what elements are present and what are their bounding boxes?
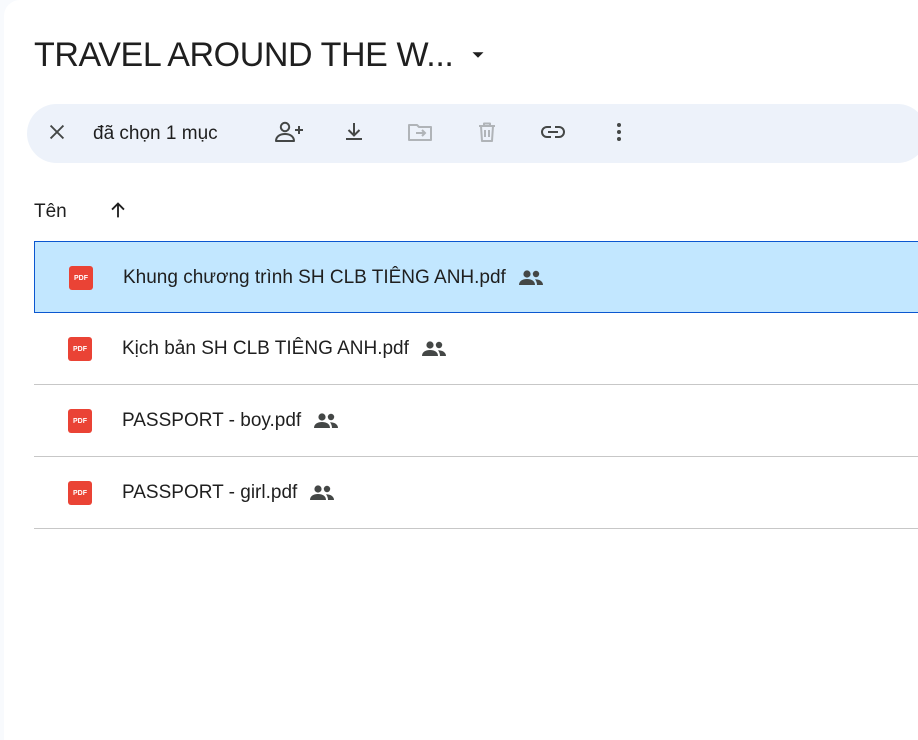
shared-people-icon xyxy=(518,268,544,288)
copy-link-button[interactable] xyxy=(533,114,573,154)
shared-people-icon xyxy=(421,339,447,359)
more-actions-button[interactable] xyxy=(599,114,639,154)
pdf-file-icon: PDF xyxy=(69,266,93,290)
folder-title-dropdown[interactable]: TRAVEL AROUND THE W... xyxy=(34,32,489,78)
move-to-folder-icon xyxy=(407,120,433,149)
selection-count: đã chọn 1 mục xyxy=(93,122,218,144)
trash-icon xyxy=(475,120,499,149)
clear-selection-button[interactable] xyxy=(37,114,77,154)
folder-title: TRAVEL AROUND THE W... xyxy=(34,36,454,74)
file-name-cell: PASSPORT - girl.pdf xyxy=(122,457,335,529)
sort-direction-button[interactable] xyxy=(98,192,138,232)
pdf-file-icon: PDF xyxy=(68,409,92,433)
file-name-cell: Khung chương trình SH CLB TIÊNG ANH.pdf xyxy=(123,242,544,314)
file-row[interactable]: PDF PASSPORT - girl.pdf xyxy=(34,457,918,529)
main-panel: TRAVEL AROUND THE W... đã chọn 1 mục Tên… xyxy=(4,0,918,740)
file-row[interactable]: PDF Khung chương trình SH CLB TIÊNG ANH.… xyxy=(34,241,918,313)
shared-people-icon xyxy=(309,483,335,503)
file-name-cell: PASSPORT - boy.pdf xyxy=(122,385,339,457)
list-column-header: Tên xyxy=(34,192,125,232)
move-button[interactable] xyxy=(400,114,440,154)
file-name: Kịch bản SH CLB TIÊNG ANH.pdf xyxy=(122,338,409,359)
close-icon xyxy=(46,121,68,148)
selection-toolbar: đã chọn 1 mục xyxy=(27,104,918,163)
download-button[interactable] xyxy=(334,114,374,154)
file-name: PASSPORT - boy.pdf xyxy=(122,410,302,431)
link-icon xyxy=(539,120,567,149)
shared-people-icon xyxy=(313,411,339,431)
arrow-drop-down-icon xyxy=(467,44,489,66)
download-icon xyxy=(342,120,366,149)
name-column-label[interactable]: Tên xyxy=(34,201,67,223)
person-add-icon xyxy=(274,120,304,149)
share-button[interactable] xyxy=(269,114,309,154)
pdf-file-icon: PDF xyxy=(68,481,92,505)
file-name: Khung chương trình SH CLB TIÊNG ANH.pdf xyxy=(123,267,506,288)
file-name: PASSPORT - girl.pdf xyxy=(122,482,298,503)
file-row[interactable]: PDF Kịch bản SH CLB TIÊNG ANH.pdf xyxy=(34,313,918,385)
pdf-file-icon: PDF xyxy=(68,337,92,361)
arrow-up-icon xyxy=(107,199,129,226)
file-list: PDF Khung chương trình SH CLB TIÊNG ANH.… xyxy=(34,241,918,529)
file-name-cell: Kịch bản SH CLB TIÊNG ANH.pdf xyxy=(122,313,447,385)
delete-button[interactable] xyxy=(467,114,507,154)
file-row[interactable]: PDF PASSPORT - boy.pdf xyxy=(34,385,918,457)
more-vert-icon xyxy=(607,120,631,149)
